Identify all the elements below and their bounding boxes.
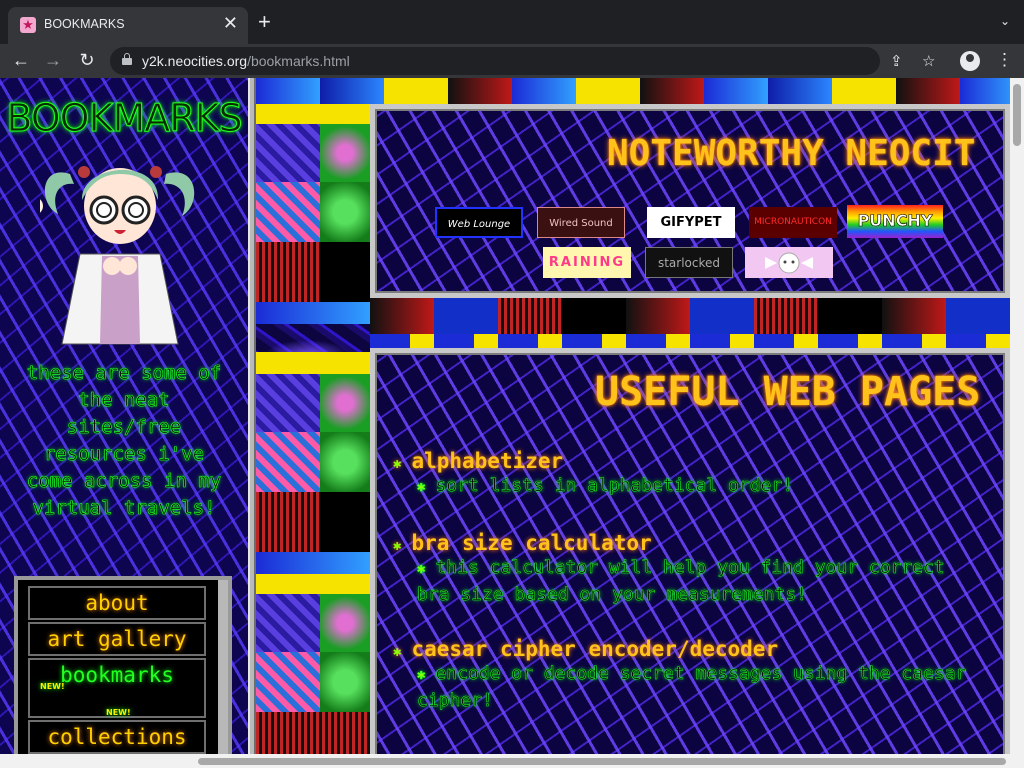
menu-icon[interactable]: ⋮ [996,50,1013,70]
new-tab-button[interactable]: + [258,11,271,33]
address-bar[interactable]: y2k.neocities.org/bookmarks.html [110,47,880,75]
nav-bookmarks-label: bookmarks [60,663,174,687]
page-horizontal-scrollbar[interactable] [0,754,1024,768]
nav-about[interactable]: about [28,586,206,620]
bullet-icon: ✱ [393,538,402,554]
noteworthy-title: NOTEWORTHY NEOCIT [607,133,976,174]
top-collage-strip [256,78,1016,104]
bullet-icon: ✱ [393,456,402,472]
resource-link-bra-size-calculator[interactable]: bra size calculator [411,531,651,555]
resource-desc: sort lists in alphabetical order! [435,475,794,497]
sidebar: BOOKMARKS these are some of the neat sit… [0,78,248,768]
tab-bookmarks[interactable]: ★ BOOKMARKS ✕ [8,7,248,44]
new-badge: NEW! [40,682,65,691]
sidebar-blurb: these are some of the neat sites/free re… [26,362,222,520]
url-path: /bookmarks.html [247,53,350,69]
wired-sound-button[interactable]: Wired Sound [537,207,625,238]
web-lounge-button[interactable]: Web Lounge [435,207,523,238]
bookmark-star-icon[interactable]: ☆ [922,52,935,70]
resource-desc: this calculator will help you find your … [417,557,945,606]
scroll-thumb-horizontal[interactable] [198,758,1006,765]
browser-toolbar: ← → ↻ y2k.neocities.org/bookmarks.html ⇪… [0,44,1024,78]
sidebar-nav: about art gallery NEW! bookmarks NEW! co… [14,576,232,768]
frame-divider[interactable] [248,78,256,768]
starlocked-button[interactable]: starlocked [645,247,733,278]
noteworthy-panel: NOTEWORTHY NEOCIT Web Lounge Wired Sound… [370,104,1010,298]
profile-avatar-icon[interactable] [960,51,980,71]
tab-bar: ★ BOOKMARKS ✕ + ⌄ [0,0,1024,44]
url-text: y2k.neocities.org/bookmarks.html [142,53,350,69]
gifypet-button[interactable]: GIFYPET [647,207,735,238]
punchy-button[interactable]: PUNCHY [847,205,943,238]
bullet-icon: ✱ [417,561,426,578]
bullet-icon: ✱ [417,667,426,684]
back-icon[interactable]: ← [10,50,32,71]
useful-title: USEFUL WEB PAGES [595,369,981,415]
sidebar-nav-scrollbar[interactable] [218,580,228,768]
reload-icon[interactable]: ↻ [76,50,98,71]
nav-collections[interactable]: collections [28,720,206,754]
cute-creature-icon [765,252,813,274]
middle-collage-strip [370,296,1010,352]
share-icon[interactable]: ⇪ [890,52,903,70]
chevron-down-icon[interactable]: ⌄ [1000,14,1010,28]
resource-item: ✱ bra size calculator ✱ this calculator wi… [393,531,993,608]
resource-item: ✱ caesar cipher encoder/decoder ✱ encode o… [393,637,993,714]
left-collage-column [256,104,370,768]
useful-pages-panel: USEFUL WEB PAGES ✱ alphabetizer ✱ sort lis… [370,348,1010,768]
close-icon[interactable]: ✕ [223,13,238,34]
bullet-icon: ✱ [393,644,402,660]
star-favicon-icon: ★ [20,17,36,33]
anime-girl-mascot-image [40,166,195,345]
url-host: y2k.neocities.org [142,53,248,69]
scroll-thumb[interactable] [1013,84,1021,146]
nav-bookmarks[interactable]: NEW! bookmarks NEW! [28,658,206,718]
resource-link-alphabetizer[interactable]: alphabetizer [411,449,563,473]
raining-button[interactable]: RAINING [543,247,631,278]
forward-icon[interactable]: → [42,50,64,71]
resource-item: ✱ alphabetizer ✱ sort lists in alphabetica… [393,449,793,500]
micronauticon-button[interactable]: MICRONAUTICON [749,207,837,238]
sidebar-title: BOOKMARKS [6,96,243,141]
resource-desc: encode or decode secret messages using t… [417,663,967,712]
nav-art-gallery[interactable]: art gallery [28,622,206,656]
bullet-icon: ✱ [417,479,426,496]
resource-link-caesar-cipher[interactable]: caesar cipher encoder/decoder [411,637,778,661]
page-vertical-scrollbar[interactable] [1010,78,1024,768]
tab-title: BOOKMARKS [44,17,125,31]
page-viewport: BOOKMARKS these are some of the neat sit… [0,78,1024,768]
cute-creature-button[interactable] [745,247,833,278]
lock-icon [122,53,132,65]
